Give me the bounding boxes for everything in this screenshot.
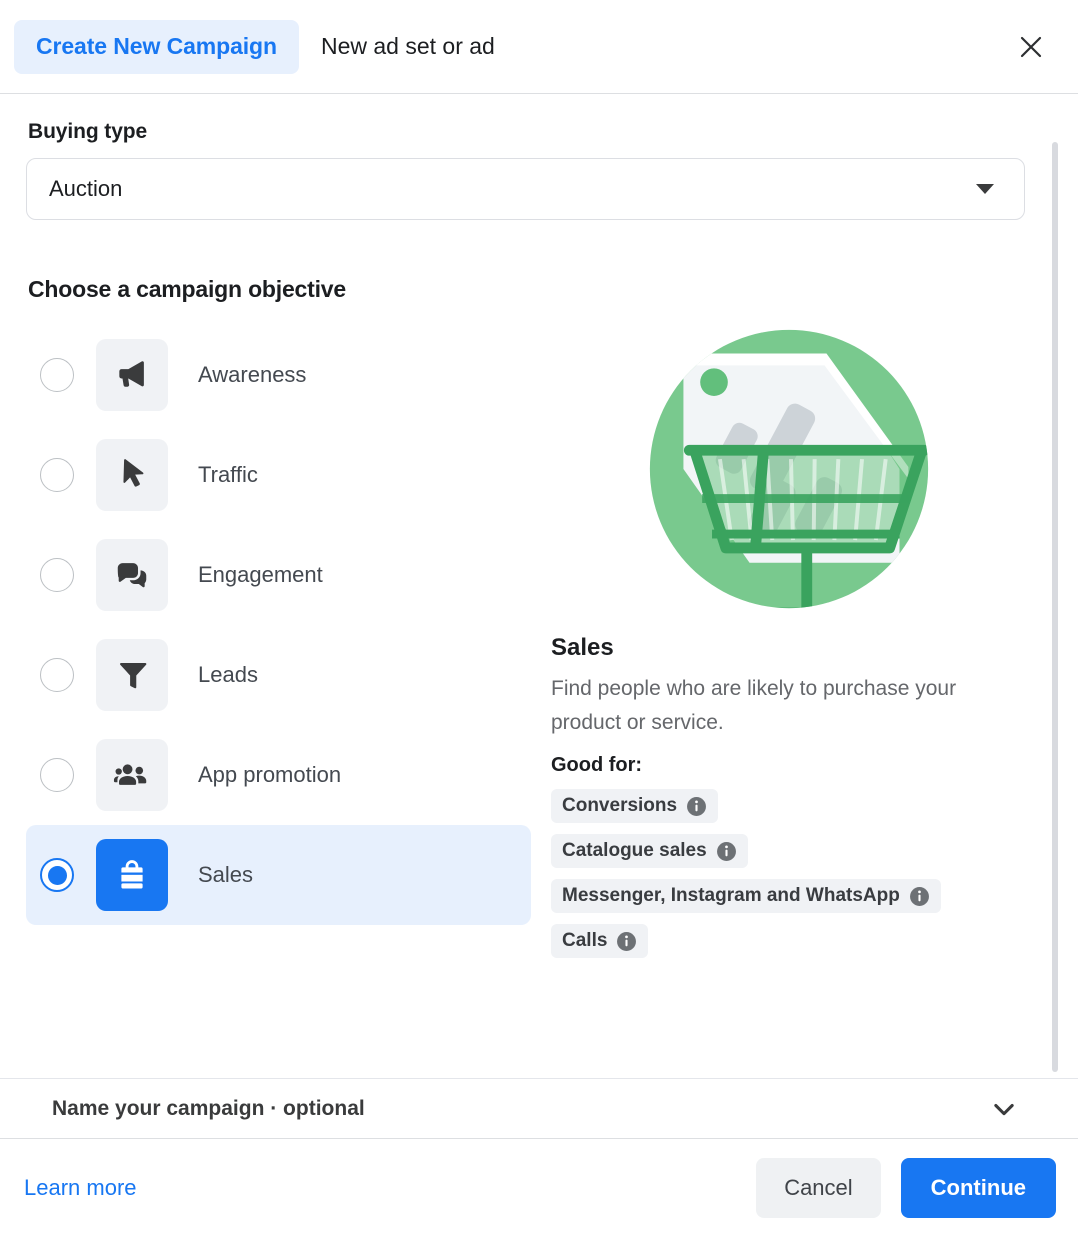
objective-option-label: App promotion <box>198 762 341 788</box>
chip-catalogue-sales[interactable]: Catalogue sales <box>551 834 748 868</box>
name-campaign-label: Name your campaign · optional <box>52 1097 365 1121</box>
body-scrollbar-thumb[interactable] <box>1052 142 1058 1072</box>
detail-title: Sales <box>551 634 1026 662</box>
tab-create-new-campaign[interactable]: Create New Campaign <box>14 20 299 74</box>
caret-down-icon <box>976 184 994 194</box>
radio-sales[interactable] <box>40 858 74 892</box>
objective-heading: Choose a campaign objective <box>28 276 1026 303</box>
shopping-bag-icon-tile <box>96 839 168 911</box>
chip-messenger-instagram-whatsapp[interactable]: Messenger, Instagram and WhatsApp <box>551 879 941 913</box>
objective-option-label: Awareness <box>198 362 306 388</box>
chip-row: Conversions <box>551 789 1026 834</box>
buying-type-value: Auction <box>49 176 122 202</box>
radio-awareness[interactable] <box>40 358 74 392</box>
chip-row: Calls <box>551 924 1026 969</box>
radio-app-promotion[interactable] <box>40 758 74 792</box>
objective-option-engagement[interactable]: Engagement <box>26 525 531 625</box>
chip-label: Catalogue sales <box>562 840 707 862</box>
objective-section: Awareness Traffic <box>26 321 1026 969</box>
learn-more-link[interactable]: Learn more <box>24 1175 137 1201</box>
cancel-button[interactable]: Cancel <box>756 1158 880 1218</box>
objective-option-list: Awareness Traffic <box>26 321 531 969</box>
close-button[interactable] <box>1010 26 1052 68</box>
speech-bubbles-icon-tile <box>96 539 168 611</box>
chip-label: Conversions <box>562 795 677 817</box>
objective-option-traffic[interactable]: Traffic <box>26 425 531 525</box>
cursor-arrow-icon-tile <box>96 439 168 511</box>
chip-conversions[interactable]: Conversions <box>551 789 718 823</box>
tab-new-ad-set-or-ad[interactable]: New ad set or ad <box>299 20 517 74</box>
detail-description: Find people who are likely to purchase y… <box>551 672 991 740</box>
objective-option-label: Traffic <box>198 462 258 488</box>
radio-engagement[interactable] <box>40 558 74 592</box>
chevron-down-icon[interactable] <box>990 1095 1018 1123</box>
objective-option-label: Leads <box>198 662 258 688</box>
dialog-body-content: Buying type Auction Choose a campaign ob… <box>0 94 1078 969</box>
good-for-chip-list: Conversions Catalogue sales <box>551 789 1026 969</box>
chip-label: Calls <box>562 930 607 952</box>
objective-option-awareness[interactable]: Awareness <box>26 325 531 425</box>
objective-detail-panel: Sales Find people who are likely to purc… <box>531 321 1026 969</box>
objective-option-label: Sales <box>198 862 253 888</box>
objective-option-label: Engagement <box>198 562 323 588</box>
tab-create-new-campaign-label: Create New Campaign <box>36 33 277 60</box>
shopping-bag-icon <box>113 856 151 894</box>
shopping-basket-price-tag-illustration <box>641 321 937 617</box>
body-scrollbar[interactable] <box>1052 94 1058 1078</box>
chip-label: Messenger, Instagram and WhatsApp <box>562 885 900 907</box>
radio-traffic[interactable] <box>40 458 74 492</box>
dialog-footer: Learn more Cancel Continue <box>0 1138 1078 1236</box>
dialog-header: Create New Campaign New ad set or ad <box>0 0 1078 94</box>
objective-option-sales[interactable]: Sales <box>26 825 531 925</box>
objective-option-leads[interactable]: Leads <box>26 625 531 725</box>
info-icon[interactable] <box>716 841 737 862</box>
objective-option-app-promotion[interactable]: App promotion <box>26 725 531 825</box>
people-group-icon <box>113 756 151 794</box>
chip-row: Messenger, Instagram and WhatsApp <box>551 879 1026 924</box>
info-icon[interactable] <box>686 796 707 817</box>
info-icon[interactable] <box>909 886 930 907</box>
speech-bubbles-icon <box>113 556 151 594</box>
megaphone-icon <box>113 356 151 394</box>
buying-type-select[interactable]: Auction <box>26 158 1025 220</box>
people-group-icon-tile <box>96 739 168 811</box>
good-for-label: Good for: <box>551 754 1026 777</box>
info-icon[interactable] <box>616 931 637 952</box>
create-campaign-dialog: Create New Campaign New ad set or ad Buy… <box>0 0 1078 1236</box>
cursor-arrow-icon <box>113 456 151 494</box>
funnel-icon <box>113 656 151 694</box>
tab-new-ad-set-or-ad-label: New ad set or ad <box>321 33 495 60</box>
funnel-icon-tile <box>96 639 168 711</box>
close-icon <box>1016 32 1046 62</box>
continue-button[interactable]: Continue <box>901 1158 1056 1218</box>
chip-calls[interactable]: Calls <box>551 924 648 958</box>
radio-leads[interactable] <box>40 658 74 692</box>
name-campaign-accordion[interactable]: Name your campaign · optional <box>0 1078 1078 1138</box>
megaphone-icon-tile <box>96 339 168 411</box>
buying-type-label: Buying type <box>28 120 1026 144</box>
chip-row: Catalogue sales <box>551 834 1026 879</box>
dialog-body: Buying type Auction Choose a campaign ob… <box>0 94 1078 1078</box>
